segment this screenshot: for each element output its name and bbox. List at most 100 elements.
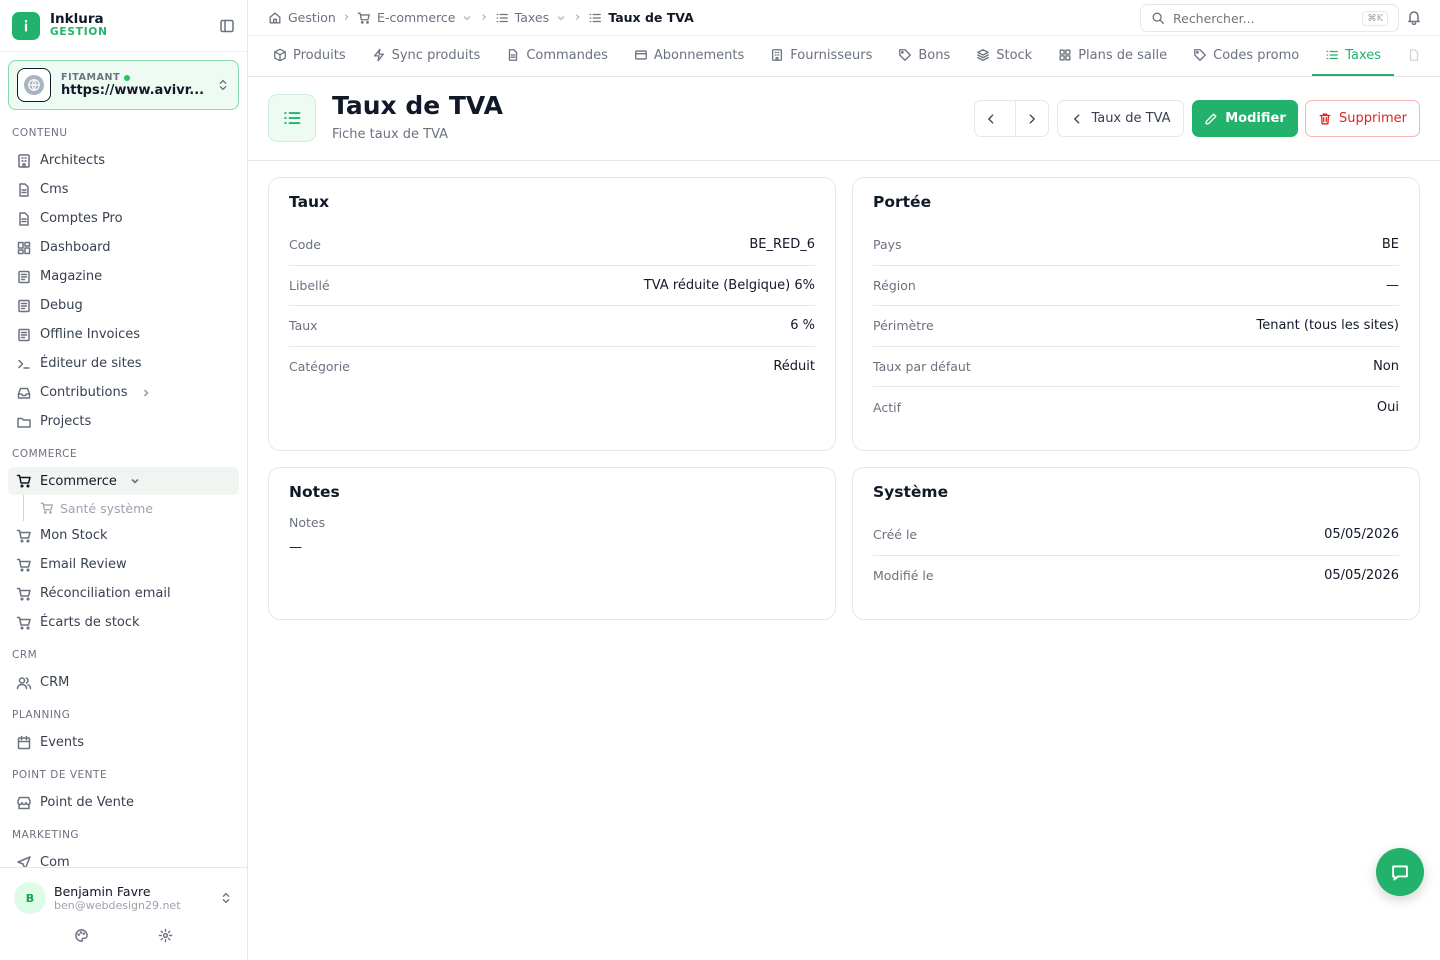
calendar-icon [17, 735, 31, 749]
sidebar-item-label: CRM [40, 675, 70, 690]
next-record-button[interactable] [1014, 101, 1048, 136]
sidebar-item-label: Offline Invoices [40, 327, 141, 342]
field-row-code: Code BE_RED_6 [289, 225, 815, 266]
brand-name: Inklura [50, 11, 104, 28]
sidebar-item-reconciliation-email[interactable]: Réconciliation email [0, 579, 247, 608]
layout-grid-icon [17, 241, 31, 254]
avatar: B [14, 882, 46, 914]
sidebar-item-label: Cms [40, 182, 69, 197]
sidebar-item-events[interactable]: Events [0, 728, 247, 757]
tab-sync-produits[interactable]: Sync produits [359, 36, 494, 76]
sidebar-item-magazine[interactable]: Magazine [0, 262, 247, 291]
tab-commandes[interactable]: Commandes [493, 36, 621, 76]
sidebar-item-com[interactable]: Com [0, 848, 247, 868]
store-icon [17, 796, 31, 809]
sidebar-item-debug[interactable]: Debug [0, 291, 247, 320]
sidebar-item-email-review[interactable]: Email Review [0, 550, 247, 579]
sidebar-toggle-icon[interactable] [219, 18, 235, 34]
sidebar-item-dashboard[interactable]: Dashboard [0, 233, 247, 262]
building-icon [772, 49, 783, 61]
tab-bons[interactable]: Bons [885, 36, 963, 76]
field-label: Modifié le [873, 568, 934, 584]
back-to-list-button[interactable]: Taux de TVA [1057, 100, 1184, 137]
sidebar-item-label: Dashboard [40, 240, 111, 255]
breadcrumb-separator: › [481, 10, 487, 25]
sidebar-item-offline-invoices[interactable]: Offline Invoices [0, 320, 247, 349]
site-switcher[interactable]: FITAMANT https://www.avivr... [8, 60, 239, 110]
tab-codes-promo[interactable]: Codes promo [1180, 36, 1312, 76]
nav-section-contenu: CONTENU [12, 127, 68, 139]
sidebar-item-comptes-pro[interactable]: Comptes Pro [0, 204, 247, 233]
field-value: — [1386, 277, 1399, 293]
field-label: Pays [873, 237, 902, 253]
cart-icon [16, 474, 31, 488]
card-taux: Taux Code BE_RED_6 Libellé TVA réduite (… [268, 177, 836, 451]
sidebar-item-ecarts-de-stock[interactable]: Écarts de stock [0, 608, 247, 637]
search-input[interactable] [1173, 10, 1353, 26]
tab-overflow[interactable] [1394, 36, 1434, 76]
sidebar-subitem-sante-systeme[interactable]: Santé système [23, 495, 247, 521]
sidebar: Inklura GESTION FITAMANT https://www.avi… [0, 0, 248, 960]
chevron-down-icon [463, 15, 472, 21]
sidebar-item-crm[interactable]: CRM [0, 668, 247, 697]
sidebar-item-label: Comptes Pro [40, 211, 123, 226]
home-icon [269, 12, 281, 23]
sidebar-item-label: Éditeur de sites [40, 356, 142, 371]
sidebar-item-label: Point de Vente [40, 795, 135, 810]
nav-section-crm: CRM [12, 649, 38, 661]
field-value: Réduit [773, 359, 815, 375]
nav-section-planning: PLANNING [12, 709, 71, 721]
site-label: FITAMANT [61, 72, 204, 83]
edit-button[interactable]: Modifier [1192, 100, 1298, 137]
nav-section-marketing: MARKETING [12, 829, 80, 841]
bell-icon[interactable] [1406, 9, 1422, 25]
sidebar-item-label: Events [40, 735, 85, 750]
credit-card-icon [635, 50, 647, 60]
tab-fournisseurs[interactable]: Fournisseurs [757, 36, 885, 76]
sidebar-item-editeur-de-sites[interactable]: Éditeur de sites [0, 349, 247, 378]
users-icon [16, 676, 32, 689]
cart-icon [16, 616, 31, 630]
field-label: Taux par défaut [873, 358, 971, 374]
field-value: Tenant (tous les sites) [1256, 318, 1399, 334]
user-email: ben@webdesign29.net [54, 898, 181, 912]
sidebar-item-cms[interactable]: Cms [0, 175, 247, 204]
gear-icon[interactable] [158, 928, 173, 943]
tab-taxes[interactable]: Taxes [1312, 36, 1395, 76]
trash-icon [1319, 113, 1331, 124]
cart-icon [40, 502, 53, 514]
search-shortcut: ⌘K [1362, 10, 1388, 26]
chevrons-updown-icon [219, 891, 233, 905]
sidebar-item-label: Architects [40, 153, 106, 168]
tab-abonnements[interactable]: Abonnements [621, 36, 757, 76]
sidebar-item-label: Debug [40, 298, 83, 313]
chat-button[interactable] [1376, 848, 1424, 896]
sidebar-item-mon-stock[interactable]: Mon Stock [0, 521, 247, 550]
send-icon [17, 855, 31, 868]
palette-icon[interactable] [74, 928, 89, 943]
tab-produits[interactable]: Produits [260, 36, 359, 76]
sidebar-item-label: Magazine [40, 269, 103, 284]
sidebar-item-ecommerce[interactable]: Ecommerce [8, 467, 239, 495]
breadcrumb-gestion[interactable]: Gestion [268, 10, 336, 25]
brand-header: Inklura GESTION [0, 0, 247, 52]
sidebar-item-point-de-vente[interactable]: Point de Vente [0, 788, 247, 817]
tab-plans-de-salle[interactable]: Plans de salle [1045, 36, 1180, 76]
field-value: Oui [1376, 399, 1399, 415]
previous-record-button[interactable] [975, 101, 1008, 136]
layout-grid-icon [1059, 49, 1071, 61]
delete-button[interactable]: Supprimer [1305, 100, 1420, 137]
tab-stock[interactable]: Stock [963, 36, 1045, 76]
user-menu[interactable]: B Benjamin Favre ben@webdesign29.net [0, 868, 247, 914]
breadcrumb-ecommerce[interactable]: E-commerce [357, 10, 473, 25]
breadcrumb-taxes[interactable]: Taxes [495, 10, 567, 25]
sidebar-item-label: Réconciliation email [40, 586, 171, 601]
sidebar-item-architects[interactable]: Architects [0, 146, 247, 175]
package-icon [274, 48, 286, 62]
sidebar-item-projects[interactable]: Projects [0, 407, 247, 436]
sidebar-item-label: Mon Stock [40, 528, 108, 543]
field-value: 05/05/2026 [1324, 527, 1399, 543]
search-box[interactable]: ⌘K [1140, 4, 1399, 32]
sidebar-item-contributions[interactable]: Contributions [0, 378, 247, 407]
chevron-down-icon [557, 15, 565, 21]
